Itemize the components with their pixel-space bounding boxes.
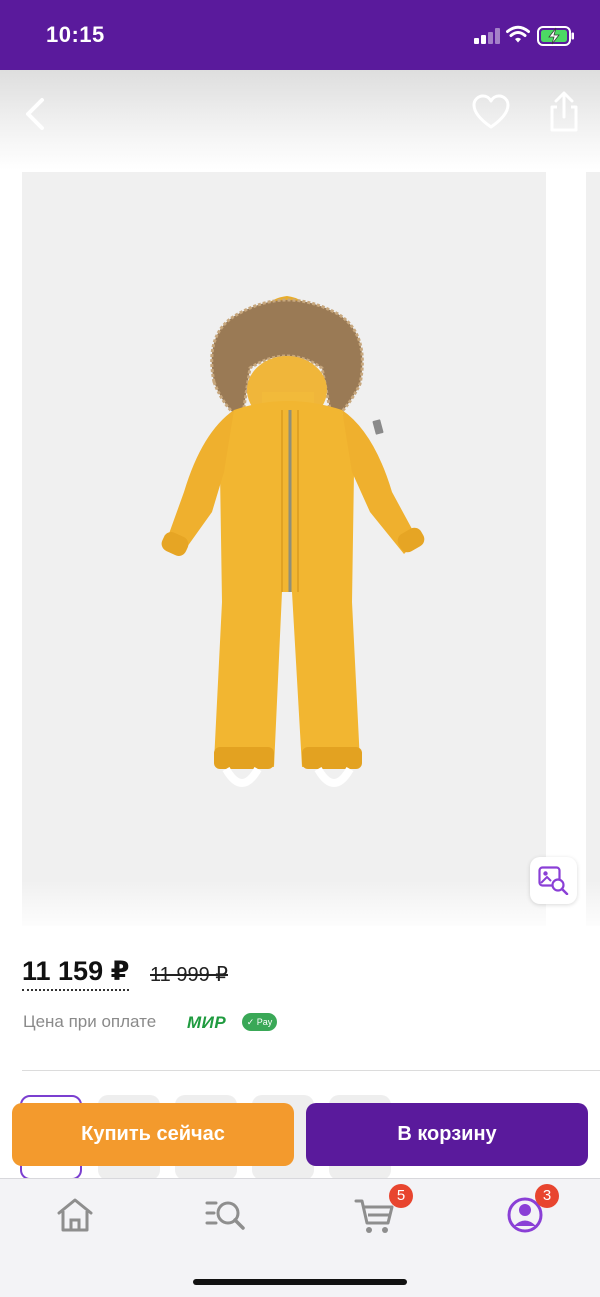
section-divider	[22, 1070, 600, 1071]
share-icon[interactable]	[544, 90, 584, 136]
wifi-icon	[506, 25, 530, 43]
signal-icon	[474, 28, 500, 44]
profile-badge: 3	[535, 1184, 559, 1208]
gallery-fade	[0, 880, 600, 928]
catalog-search-icon[interactable]	[203, 1193, 247, 1237]
mirpay-check-icon: ✓	[246, 1017, 255, 1027]
mirpay-badge-label: Pay	[256, 1017, 273, 1027]
mir-logo: МИР	[187, 1013, 227, 1032]
product-header	[0, 70, 600, 170]
gallery-next-image[interactable]	[586, 172, 600, 926]
status-time: 10:15	[46, 22, 105, 47]
old-price: 11 999 ₽	[150, 964, 228, 986]
home-icon[interactable]	[53, 1193, 97, 1237]
mirpay-badge: ✓ Pay	[242, 1013, 277, 1031]
price-note: Цена при оплате	[23, 1012, 157, 1031]
add-to-cart-button[interactable]: В корзину	[306, 1103, 588, 1166]
status-bar: 10:15	[0, 0, 600, 70]
image-search-icon	[538, 866, 569, 895]
product-gallery[interactable]	[22, 172, 546, 926]
visual-search-button[interactable]	[530, 857, 577, 904]
home-indicator	[193, 1279, 407, 1285]
product-image	[161, 296, 425, 787]
cart-badge: 5	[389, 1184, 413, 1208]
heart-icon[interactable]	[470, 92, 512, 134]
back-arrow-icon[interactable]	[18, 92, 58, 136]
current-price[interactable]: 11 159 ₽	[22, 956, 130, 991]
buy-now-button[interactable]: Купить сейчас	[12, 1103, 294, 1166]
battery-charging-icon	[537, 26, 574, 46]
